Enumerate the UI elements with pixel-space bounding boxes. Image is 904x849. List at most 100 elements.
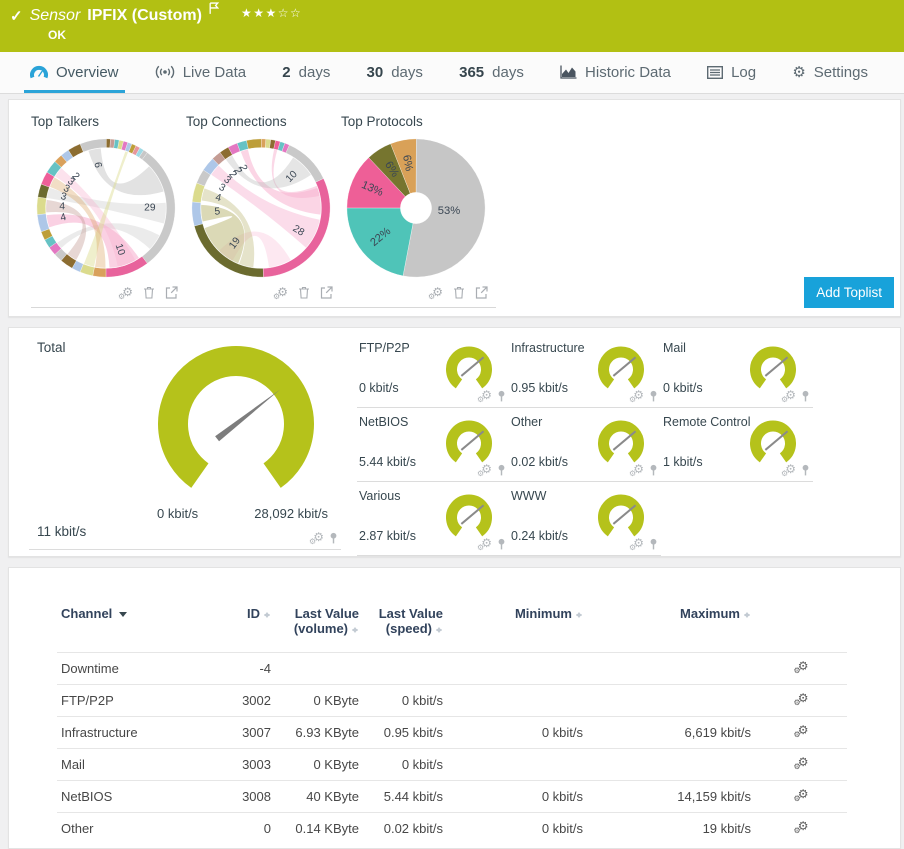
gear-icon[interactable] [477,389,492,404]
sort-icon [352,624,359,636]
channel-settings-gears-icon[interactable] [794,660,809,675]
table-header-row: Channel ID Last Value (volume) Last Valu… [57,596,847,653]
channel-settings-gears-icon[interactable] [794,820,809,835]
gauge-value: 1 kbit/s [663,455,703,469]
tab-label: Overview [56,63,119,81]
table-cell: 14,159 kbit/s [587,780,755,813]
gauge-min-label: 0 kbit/s [157,506,199,521]
top-talkers-chart[interactable]: 29104433326 [31,133,181,283]
tab-365-days[interactable]: 365 days [453,52,530,93]
gear-icon[interactable] [781,389,796,404]
tab-2-days[interactable]: 2 days [276,52,336,93]
gear-icon[interactable] [477,537,492,552]
table-cell: 3007 [217,716,275,749]
gear-icon[interactable] [781,463,796,478]
column-header-minimum[interactable]: Minimum [447,596,587,653]
tab-bar: Overview Live Data 2 days 30 days 365 da… [0,52,904,94]
gear-icon[interactable] [629,463,644,478]
table-cell [587,684,755,717]
gauge-cell-empty [661,482,813,555]
delete-trash-icon[interactable] [143,286,155,299]
gauge-label: WWW [511,489,547,503]
tab-log[interactable]: Log [701,52,762,93]
tab-number: 365 [459,63,485,81]
table-cell: FTP/P2P [57,684,217,717]
sensor-type-label: Sensor [29,7,81,24]
sort-icon [576,609,583,621]
pin-icon[interactable] [649,464,658,476]
gauge-value: 2.87 kbit/s [359,529,416,543]
table-cell: Other [57,812,217,844]
tab-settings[interactable]: ⚙ Settings [786,52,874,93]
pin-icon[interactable] [801,464,810,476]
channel-settings-gears-icon[interactable] [794,724,809,739]
open-external-icon[interactable] [320,286,333,299]
channel-settings-gears-icon[interactable] [794,692,809,707]
table-row: Other 0 0.14 KByte 0.02 kbit/s 0 kbit/s … [57,812,847,844]
gear-icon[interactable] [477,463,492,478]
column-header-last-value-speed[interactable]: Last Value (speed) [363,596,447,653]
channel-settings-gears-icon[interactable] [794,788,809,803]
tab-live-data[interactable]: Live Data [149,52,252,93]
pin-icon[interactable] [329,532,338,544]
column-header-channel[interactable]: Channel [57,596,217,653]
pin-icon[interactable] [649,538,658,550]
gear-icon[interactable] [629,389,644,404]
gauge-cell-total: Total 0 kbit/s 28,092 kbit/s 11 kbit/s [29,334,341,550]
pin-icon[interactable] [497,390,506,402]
channel-settings-gears-icon[interactable] [794,756,809,771]
sensor-header: ✓ Sensor IPFIX (Custom) ★★★☆☆ OK [0,0,904,52]
table-cell: 3003 [217,748,275,781]
star-rating[interactable]: ★★★☆☆ [241,6,302,20]
sort-desc-icon [119,612,128,621]
tab-label: Live Data [182,63,247,81]
table-cell: 3008 [217,780,275,813]
gauge-label: Mail [663,341,686,355]
table-cell: 0 [217,812,275,844]
pin-icon[interactable] [649,390,658,402]
table-cell: 3002 [217,684,275,717]
table-cell: 40 KByte [275,780,363,813]
options-gears-icon[interactable] [118,286,133,301]
status-badge: OK [48,28,66,42]
table-cell: Downtime [57,652,217,685]
pin-icon[interactable] [801,390,810,402]
pin-icon[interactable] [497,464,506,476]
historic-data-icon [560,65,577,79]
delete-trash-icon[interactable] [298,286,310,299]
top-connections-chart[interactable]: 1028195433222 [186,133,336,283]
toplist-card-top-connections: Top Connections 10 28 19 5 4 3 3 2 2 2 [186,114,341,308]
table-cell: -4 [217,652,275,685]
gauge-cell-www: WWW 0.24 kbit/s [509,482,661,556]
add-toplist-button[interactable]: Add Toplist [804,277,894,308]
log-icon [707,65,724,79]
options-gears-icon[interactable] [428,286,443,301]
column-header-last-value-volume[interactable]: Last Value (volume) [275,596,363,653]
table-cell: 0.02 kbit/s [363,812,447,844]
flag-icon[interactable] [209,2,220,20]
gauge-cell-netbios: NetBIOS 5.44 kbit/s [357,408,509,482]
tab-historic-data[interactable]: Historic Data [554,52,677,93]
pin-icon[interactable] [497,538,506,550]
gauge-label: Other [511,415,543,429]
gear-icon[interactable] [309,531,324,546]
delete-trash-icon[interactable] [453,286,465,299]
column-header-maximum[interactable]: Maximum [587,596,755,653]
gauge-label: Infrastructure [511,341,585,355]
tab-number: 2 [282,63,291,81]
table-cell [447,684,587,717]
gear-icon[interactable] [629,537,644,552]
tab-overview[interactable]: Overview [24,52,125,93]
table-cell: 0 KByte [275,684,363,717]
open-external-icon[interactable] [165,286,178,299]
gauge-cell-mail: Mail 0 kbit/s [661,334,813,408]
table-cell: Infrastructure [57,716,217,749]
toplist-card-top-protocols: Top Protocols 53% 22% 13% 6% 6% [341,114,496,308]
options-gears-icon[interactable] [273,286,288,301]
gauge-label: Total [37,340,66,355]
tab-30-days[interactable]: 30 days [361,52,429,93]
top-protocols-chart[interactable]: 53%22%13%6% 6% [341,133,491,283]
toplists-panel: Top Talkers 29104433326 Top Connections … [8,99,901,317]
open-external-icon[interactable] [475,286,488,299]
column-header-id[interactable]: ID [217,596,275,653]
